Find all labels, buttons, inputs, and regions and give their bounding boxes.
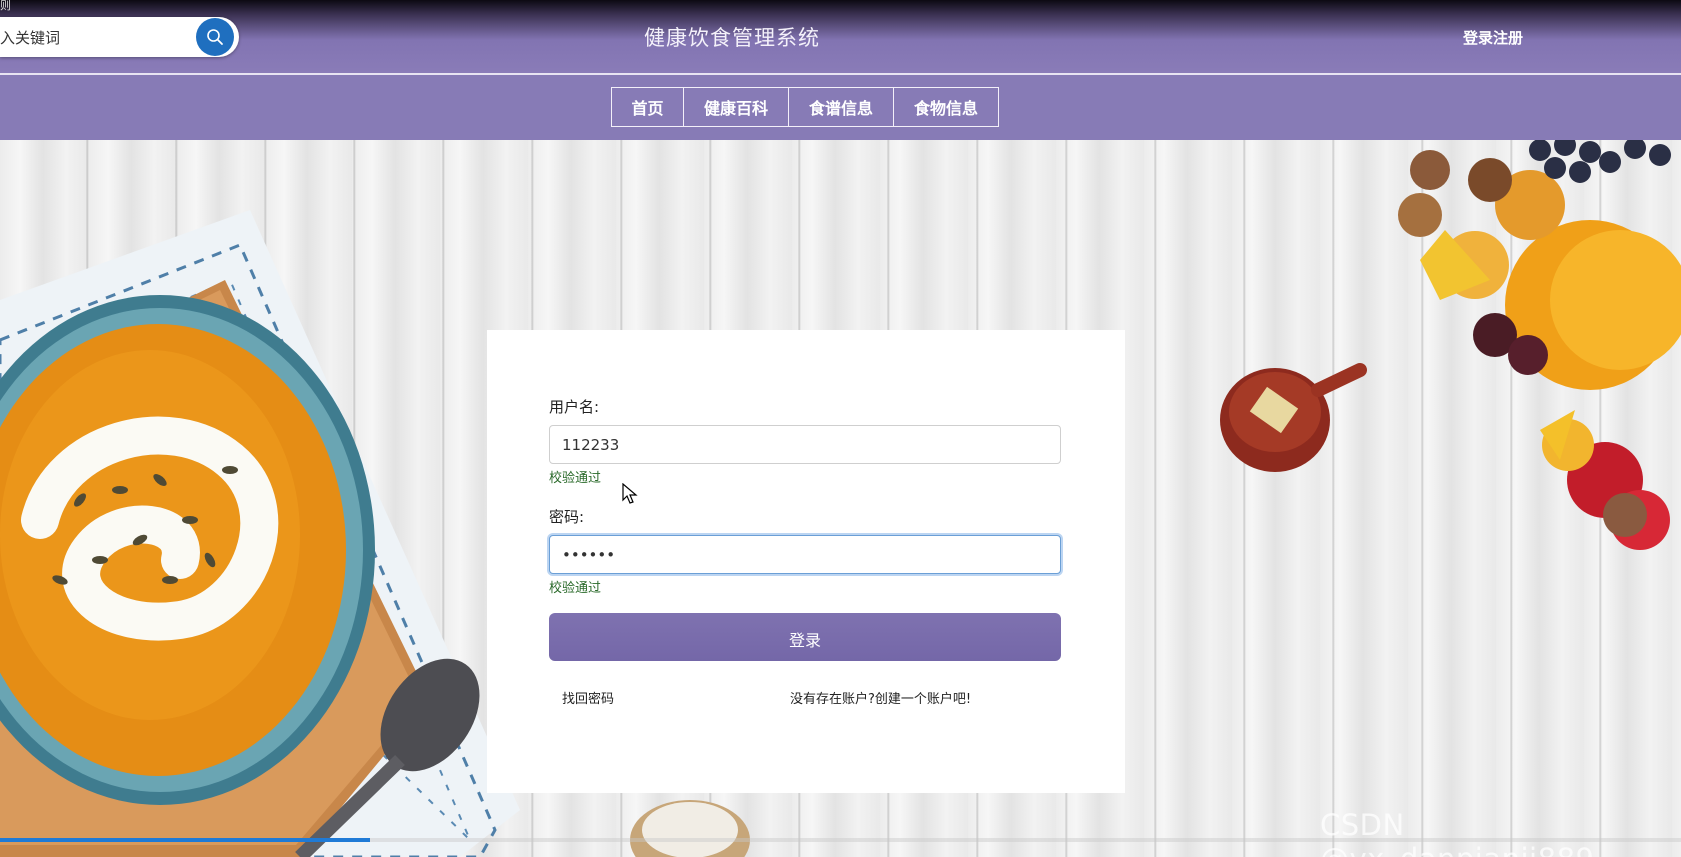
search-input[interactable] xyxy=(0,17,190,57)
video-progress-fill xyxy=(0,838,370,842)
login-card: 用户名: 校验通过 密码: 校验通过 登录 找回密码 没有存在账户?创建一个账户… xyxy=(487,330,1125,793)
corner-glyph: 则 xyxy=(0,0,11,12)
username-label: 用户名: xyxy=(549,398,600,416)
username-input[interactable] xyxy=(549,425,1061,464)
nav-bar: 首页 健康百科 食谱信息 食物信息 xyxy=(0,75,1681,140)
search-button[interactable] xyxy=(196,18,234,56)
search-icon xyxy=(207,29,223,45)
top-header: 则 健康饮食管理系统 登录注册 xyxy=(0,0,1681,74)
main-nav: 首页 健康百科 食谱信息 食物信息 xyxy=(611,87,999,127)
watermark: CSDN @vx_danpianji889 xyxy=(1320,808,1594,857)
video-progress-bar[interactable] xyxy=(0,838,1681,842)
search-box xyxy=(0,17,239,57)
site-title: 健康饮食管理系统 xyxy=(644,26,820,50)
password-input[interactable] xyxy=(549,535,1061,574)
nav-item-home[interactable]: 首页 xyxy=(611,87,684,127)
password-label: 密码: xyxy=(549,508,585,526)
nav-item-foods[interactable]: 食物信息 xyxy=(894,87,999,127)
forgot-password-link[interactable]: 找回密码 xyxy=(562,688,614,707)
nav-item-health-wiki[interactable]: 健康百科 xyxy=(684,87,789,127)
username-valid-message: 校验通过 xyxy=(549,471,602,486)
nav-item-recipes[interactable]: 食谱信息 xyxy=(789,87,894,127)
password-valid-message: 校验通过 xyxy=(549,581,602,596)
page: 则 健康饮食管理系统 登录注册 首页 健康百科 食谱信息 食物信息 xyxy=(0,0,1681,857)
login-button[interactable]: 登录 xyxy=(549,613,1061,661)
mouse-cursor-icon xyxy=(622,483,638,504)
login-register-link[interactable]: 登录注册 xyxy=(1463,27,1523,48)
register-link[interactable]: 没有存在账户?创建一个账户吧! xyxy=(790,688,971,707)
